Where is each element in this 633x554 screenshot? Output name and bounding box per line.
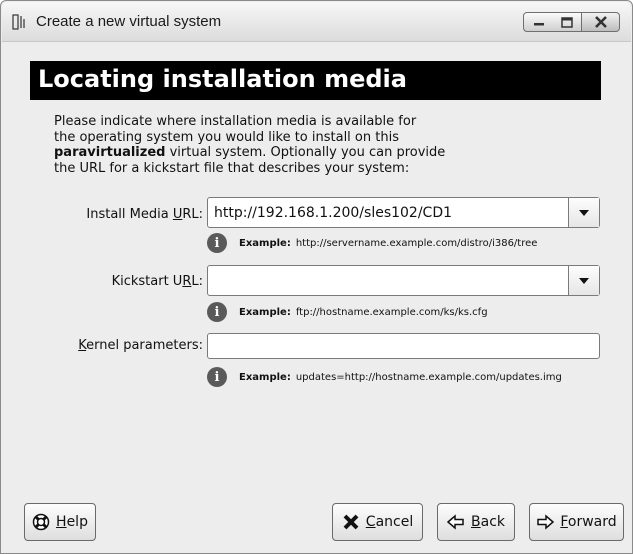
install-media-url-input[interactable] bbox=[208, 198, 568, 227]
minimize-button[interactable] bbox=[523, 12, 554, 32]
close-icon bbox=[594, 16, 607, 28]
intro-line-1: Please indicate where installation media… bbox=[54, 114, 417, 129]
kickstart-url-dropdown-button[interactable] bbox=[568, 266, 599, 295]
intro-line-2: the operating system you would like to i… bbox=[54, 129, 399, 145]
cancel-x-icon bbox=[343, 514, 359, 530]
kickstart-url-label: Kickstart URL: bbox=[111, 274, 203, 289]
maximize-button[interactable] bbox=[553, 12, 582, 32]
kernel-parameters-field[interactable] bbox=[207, 333, 600, 359]
forward-button-label: Forward bbox=[560, 514, 617, 530]
intro-bold-word: paravirtualized bbox=[54, 145, 166, 160]
help-button[interactable]: Help bbox=[24, 503, 96, 541]
cancel-button[interactable]: Cancel bbox=[332, 503, 423, 541]
arrow-left-icon bbox=[447, 514, 464, 530]
intro-text: Please indicate where installation media… bbox=[54, 114, 484, 176]
back-button-label: Back bbox=[471, 514, 505, 530]
back-button[interactable]: Back bbox=[437, 503, 515, 541]
info-icon: i bbox=[207, 233, 227, 253]
intro-line-3: paravirtualized virtual system. Optional… bbox=[54, 145, 484, 161]
minimize-icon bbox=[533, 23, 544, 26]
info-icon: i bbox=[207, 302, 227, 322]
install-media-url-label: Install Media URL: bbox=[86, 207, 203, 222]
install-media-url-combo[interactable] bbox=[207, 197, 600, 228]
maximize-icon bbox=[561, 16, 573, 28]
chevron-down-icon bbox=[579, 277, 589, 284]
chevron-down-icon bbox=[579, 209, 589, 216]
install-media-example: i Example: http://servername.example.com/… bbox=[207, 233, 537, 253]
kickstart-url-input[interactable] bbox=[208, 266, 568, 295]
kickstart-url-combo[interactable] bbox=[207, 265, 600, 296]
wizard-content: Locating installation media Please indic… bbox=[11, 49, 624, 493]
dialog-window: Create a new virtual system Locating ins… bbox=[0, 0, 633, 554]
window-title: Create a new virtual system bbox=[36, 13, 222, 30]
arrow-right-icon bbox=[537, 514, 555, 530]
intro-line-3-rest: virtual system. Optionally you can provi… bbox=[165, 145, 446, 160]
cancel-button-label: Cancel bbox=[365, 514, 414, 530]
install-media-url-dropdown-button[interactable] bbox=[568, 198, 599, 227]
window-app-icon bbox=[12, 14, 25, 30]
help-lifebuoy-icon bbox=[32, 513, 50, 531]
kernel-parameters-label: Kernel parameters: bbox=[78, 338, 203, 353]
kernel-parameters-input[interactable] bbox=[208, 334, 599, 358]
title-bar[interactable]: Create a new virtual system bbox=[2, 2, 631, 42]
info-icon: i bbox=[207, 367, 227, 387]
page-title: Locating installation media bbox=[30, 61, 601, 100]
intro-line-4: the URL for a kickstart file that descri… bbox=[54, 160, 410, 176]
help-button-label: Help bbox=[56, 514, 88, 530]
kernel-example: i Example: updates=http://hostname.exampl… bbox=[207, 367, 562, 387]
forward-button[interactable]: Forward bbox=[529, 503, 624, 541]
close-button[interactable] bbox=[582, 12, 620, 32]
kickstart-example: i Example: ftp://hostname.example.com/ks/… bbox=[207, 302, 488, 322]
